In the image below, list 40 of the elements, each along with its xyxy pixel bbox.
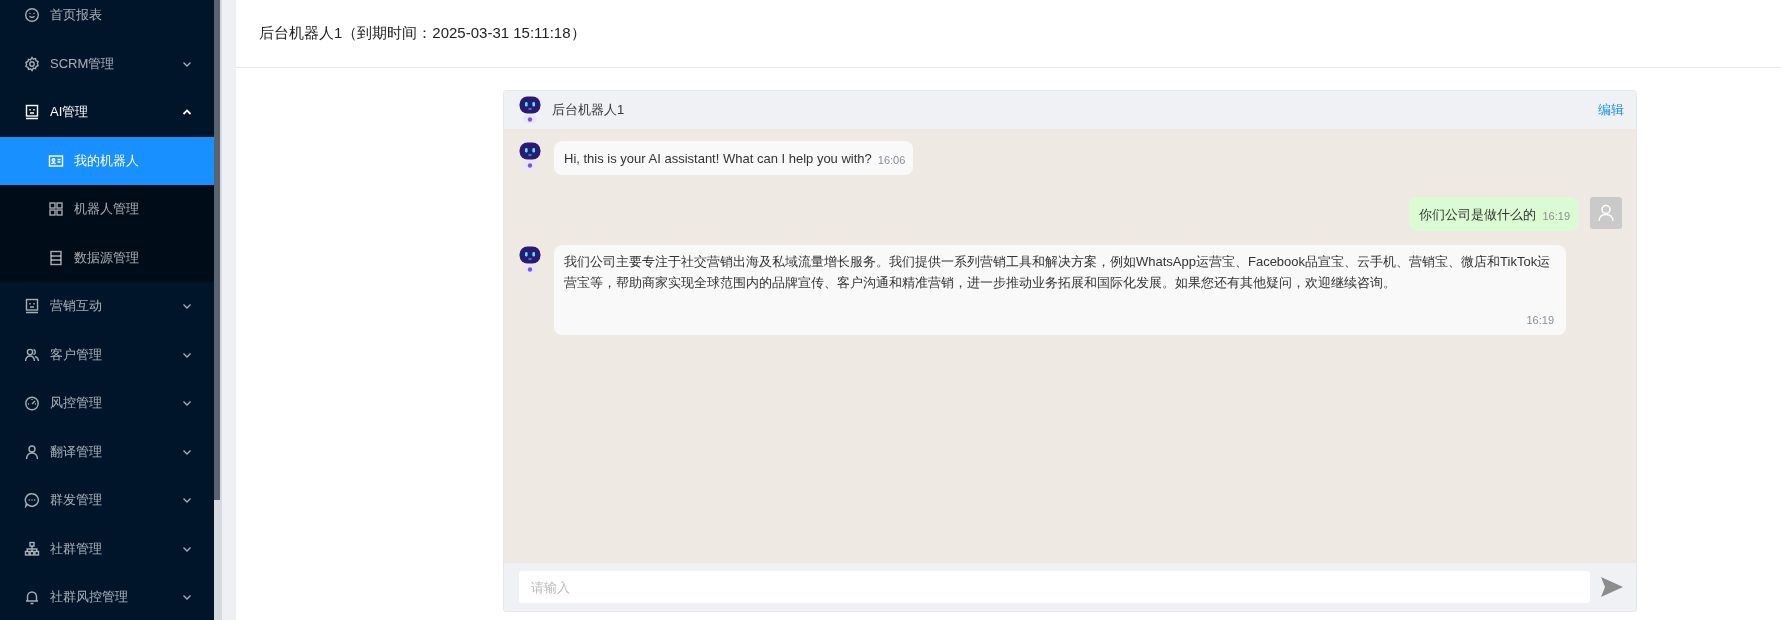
avatar-icon (1590, 197, 1622, 229)
sidebar-subitem[interactable]: 数据源管理 (0, 233, 214, 282)
chat-icon (24, 492, 40, 509)
monitor-icon (24, 298, 40, 315)
sidebar-item[interactable]: 群发管理 (0, 476, 214, 525)
chat-title: 后台机器人1 (552, 101, 625, 119)
smile-icon (24, 7, 40, 24)
sidebar-item[interactable]: 营销互动 (0, 282, 214, 331)
message-time: 16:19 (1525, 313, 1554, 328)
id-card-icon (48, 152, 64, 169)
monitor-icon (24, 104, 40, 121)
message-time: 16:19 (1542, 209, 1570, 224)
scrollbar[interactable] (214, 0, 222, 620)
users-icon (24, 346, 40, 363)
sidebar-item[interactable]: 首页报表 (0, 0, 214, 40)
sidebar-item[interactable]: 客户管理 (0, 330, 214, 379)
sidebar-item[interactable]: 社群管理 (0, 524, 214, 573)
sidebar-item[interactable]: 翻译管理 (0, 427, 214, 476)
send-icon[interactable] (1600, 576, 1624, 598)
page-title: 后台机器人1（到期时间：2025-03-31 15:11:18） (259, 24, 586, 43)
sidebar-item[interactable]: 风控管理 (0, 379, 214, 428)
robot-icon (518, 245, 542, 275)
sidebar-item[interactable]: 社群风控管理 (0, 573, 214, 620)
sidebar-item[interactable]: SCRM管理 (0, 39, 214, 88)
grid-icon (48, 201, 64, 218)
robot-icon (518, 141, 542, 171)
user-icon (24, 443, 40, 460)
message-text: Hi, this is your AI assistant! What can I help you with? (564, 150, 872, 168)
message-input[interactable]: 请输入 (519, 571, 1590, 603)
sidebar-item[interactable]: AI管理 (0, 88, 214, 137)
list-icon (48, 249, 64, 266)
robot-icon (518, 95, 542, 125)
message-text: 你们公司是做什么的 (1419, 206, 1537, 224)
sidebar-subitem[interactable]: 机器人管理 (0, 185, 214, 234)
gauge-icon (24, 395, 40, 412)
network-icon (24, 540, 40, 557)
settings-icon (24, 55, 40, 72)
message-time: 16:06 (877, 153, 906, 168)
bell-icon (24, 589, 40, 606)
message-text: 我们公司主要专注于社交营销出海及私域流量增长服务。我们提供一系列营销工具和解决方案，例如WhatsApp运营宝、Facebook品宣宝、云手机、营销宝、微店和TikTok运营宝等，帮助商家实现全球范围内的品牌宣传、客户沟通和精准营销，进一步推动业务拓展和国际化发展。如果您还有其他疑问，欢迎继续咨询。 (564, 253, 1552, 292)
